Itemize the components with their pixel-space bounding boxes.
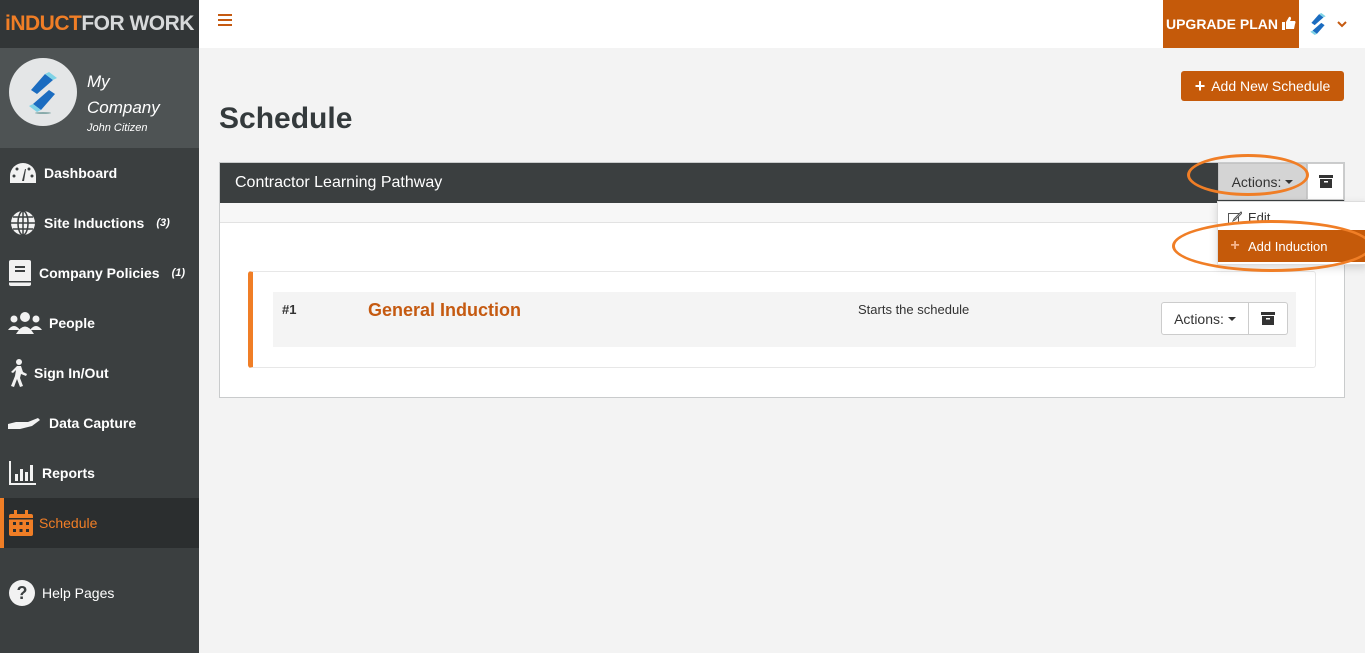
sidebar-nav: Dashboard Site Inductions (3) Company Po… [0, 148, 199, 618]
dropdown-item-label: Edit [1248, 209, 1271, 225]
add-new-schedule-button[interactable]: + Add New Schedule [1181, 71, 1344, 101]
sidebar-item-company-policies[interactable]: Company Policies (1) [0, 248, 199, 298]
add-new-schedule-label: Add New Schedule [1211, 78, 1331, 94]
company-name: My Company [87, 69, 160, 121]
company-name-line1: My [87, 72, 110, 91]
book-icon [8, 258, 32, 288]
sidebar-item-label: Reports [42, 465, 95, 481]
sidebar-item-label: Site Inductions [44, 215, 145, 231]
calendar-icon [8, 508, 34, 538]
top-bar: UPGRADE PLAN [199, 0, 1365, 48]
schedule-step-row: #1 General Induction Starts the schedule… [273, 292, 1296, 347]
sidebar-item-label: Company Policies [39, 265, 160, 281]
logo-text-induct: iNDUCT [5, 12, 82, 35]
app-logo[interactable]: iNDUCT FOR WORK [0, 0, 199, 48]
company-policies-count: (1) [171, 267, 186, 279]
svg-text:?: ? [17, 583, 28, 603]
schedule-archive-button[interactable] [1307, 163, 1344, 200]
schedule-panel-subheader [220, 203, 1344, 223]
thumbs-up-icon [1282, 16, 1296, 33]
actions-label: Actions: [1174, 310, 1224, 327]
sidebar-item-schedule[interactable]: Schedule [0, 498, 199, 548]
sidebar-item-label: Sign In/Out [34, 365, 109, 381]
sidebar-item-sign-in-out[interactable]: Sign In/Out [0, 348, 199, 398]
user-name: John Citizen [87, 122, 148, 134]
sidebar: iNDUCT FOR WORK My Company John Citizen D… [0, 0, 199, 653]
sidebar-item-label: Help Pages [42, 585, 115, 601]
step-archive-button[interactable] [1249, 302, 1288, 335]
users-icon [8, 308, 42, 338]
dashboard-gauge-icon [8, 158, 38, 188]
logo-text-for-work: FOR WORK [81, 12, 194, 35]
sidebar-item-reports[interactable]: Reports [0, 448, 199, 498]
caret-down-icon [1285, 179, 1294, 184]
dropdown-item-edit[interactable]: Edit [1218, 204, 1365, 230]
upgrade-plan-button[interactable]: UPGRADE PLAN [1163, 0, 1299, 48]
step-induction-title-link[interactable]: General Induction [368, 300, 521, 321]
caret-down-icon [1227, 316, 1236, 321]
walking-person-icon [8, 358, 28, 388]
company-profile: My Company John Citizen [0, 48, 199, 148]
dropdown-item-label: Add Induction [1248, 238, 1328, 254]
schedule-panel: Contractor Learning Pathway Actions: #1 … [219, 162, 1345, 398]
sidebar-item-label: Dashboard [44, 165, 118, 181]
sidebar-item-label: Schedule [39, 515, 98, 531]
schedule-actions-dropdown: Edit + Add Induction [1217, 201, 1365, 265]
sidebar-item-dashboard[interactable]: Dashboard [0, 148, 199, 198]
sidebar-item-label: Data Capture [49, 415, 137, 431]
hamburger-icon[interactable] [218, 14, 232, 26]
page-title: Schedule [219, 102, 353, 135]
hand-icon [8, 408, 40, 438]
question-circle-icon: ? [8, 578, 36, 608]
step-number: #1 [282, 302, 297, 317]
sidebar-item-data-capture[interactable]: Data Capture [0, 398, 199, 448]
step-actions-button[interactable]: Actions: [1161, 302, 1249, 335]
sidebar-item-label: People [49, 315, 95, 331]
company-avatar[interactable] [9, 58, 77, 126]
archive-icon [1261, 312, 1275, 325]
schedule-actions-group: Actions: [1218, 163, 1344, 201]
globe-icon [8, 208, 38, 238]
schedule-actions-button[interactable]: Actions: [1218, 163, 1307, 200]
schedule-step-card: #1 General Induction Starts the schedule… [248, 271, 1316, 368]
actions-label: Actions: [1231, 173, 1282, 190]
site-inductions-count: (3) [156, 217, 170, 229]
sidebar-item-people[interactable]: People [0, 298, 199, 348]
company-logo-small-icon [1310, 13, 1326, 35]
company-logo-icon [29, 72, 57, 114]
upgrade-plan-label: UPGRADE PLAN [1165, 16, 1278, 32]
sidebar-item-help-pages[interactable]: ? Help Pages [0, 568, 199, 618]
plus-icon: + [1194, 75, 1206, 96]
schedule-panel-header: Contractor Learning Pathway Actions: [220, 163, 1344, 203]
company-name-line2: Company [87, 98, 160, 117]
archive-icon [1318, 175, 1333, 188]
bar-chart-icon [8, 458, 36, 488]
user-menu-dropdown[interactable] [1307, 8, 1359, 40]
step-description: Starts the schedule [858, 302, 970, 317]
chevron-down-icon [1337, 17, 1347, 31]
sidebar-item-site-inductions[interactable]: Site Inductions (3) [0, 198, 199, 248]
edit-icon [1228, 210, 1242, 224]
step-actions-group: Actions: [1161, 302, 1288, 335]
plus-icon: + [1230, 237, 1240, 254]
schedule-name: Contractor Learning Pathway [235, 174, 443, 191]
dropdown-item-add-induction[interactable]: + Add Induction [1218, 230, 1365, 262]
